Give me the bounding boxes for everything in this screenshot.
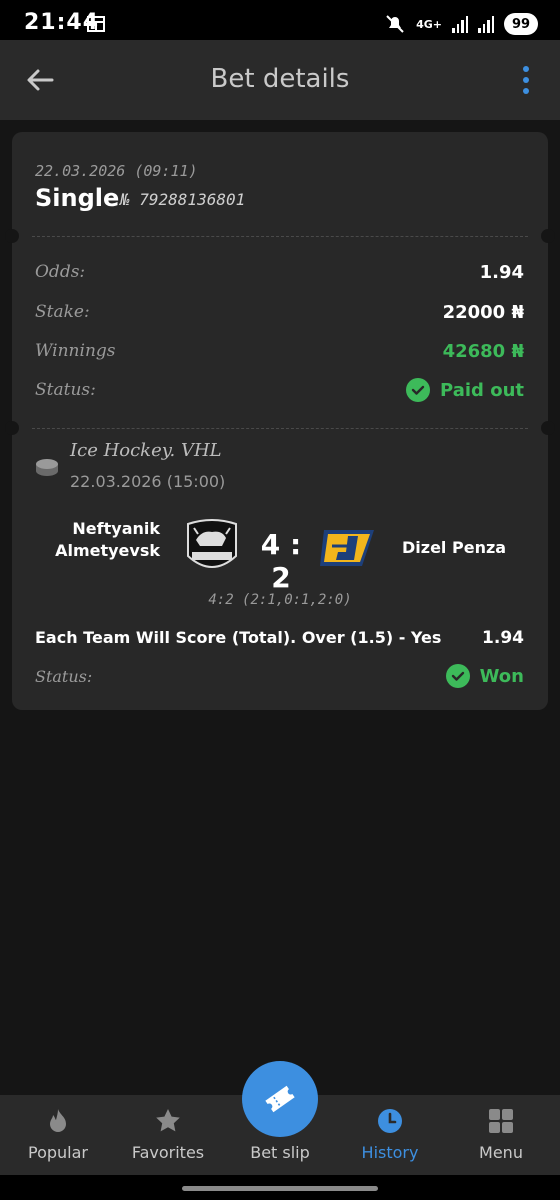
- check-icon: [406, 378, 431, 402]
- signal-icon: [452, 15, 468, 33]
- hockey-puck-icon: [36, 459, 58, 476]
- status-icons: 4G+ 99: [384, 12, 538, 36]
- divider: [32, 236, 528, 237]
- status-label: Status:: [35, 380, 96, 400]
- more-options-icon[interactable]: [522, 66, 530, 94]
- bet-date: 22.03.2026 (09:11): [35, 162, 198, 180]
- market-name: Each Team Will Score (Total). Over (1.5)…: [35, 628, 442, 647]
- nav-betslip-label: Bet slip: [250, 1143, 310, 1162]
- team-home-line1: Neftyanik: [72, 519, 160, 538]
- nav-favorites[interactable]: Favorites: [112, 1095, 224, 1175]
- star-icon: [156, 1109, 180, 1132]
- selection-status-text: Won: [479, 665, 524, 687]
- status-value: Paid out: [406, 378, 524, 402]
- winnings-label: Winnings: [35, 341, 116, 361]
- calendar-icon: [87, 16, 105, 32]
- bet-slip-button[interactable]: [242, 1061, 318, 1137]
- odds-row: Odds: 1.94: [35, 258, 524, 286]
- nav-history[interactable]: History: [334, 1095, 446, 1175]
- match-score: 4 : 2: [260, 528, 302, 594]
- flame-icon: [50, 1109, 66, 1132]
- card-notch-right-2: [541, 421, 555, 435]
- team-home-logo: [187, 519, 237, 568]
- page-title: Bet details: [210, 64, 350, 94]
- market-odds: 1.94: [482, 628, 524, 648]
- clock-icon: [378, 1109, 402, 1133]
- gesture-bar: [0, 1175, 560, 1200]
- nav-popular[interactable]: Popular: [2, 1095, 114, 1175]
- selection-status-value: Won: [445, 664, 524, 688]
- check-icon-2: [445, 664, 470, 688]
- app-bar: Bet details: [0, 40, 560, 120]
- team-home-name: Neftyanik Almetyevsk: [42, 518, 160, 562]
- event-date: 22.03.2026 (15:00): [70, 472, 226, 491]
- team-away-logo: [320, 530, 374, 566]
- mute-icon: [386, 15, 404, 33]
- selection-status-row: Status: Won: [35, 662, 524, 690]
- team-away-name: Dizel Penza: [402, 538, 507, 557]
- home-indicator[interactable]: [182, 1186, 378, 1191]
- bet-number: № 79288136801: [120, 190, 246, 209]
- nav-menu-label: Menu: [479, 1143, 523, 1162]
- battery-indicator: 99: [504, 13, 538, 35]
- bet-type: Single: [35, 184, 120, 212]
- stake-row: Stake: 22000 ₦: [35, 298, 524, 326]
- card-notch-left-2: [5, 421, 19, 435]
- period-scores: 4:2 (2:1,0:1,2:0): [208, 592, 352, 608]
- card-notch-left: [5, 229, 19, 243]
- ticket-icon: [265, 1085, 295, 1113]
- divider-2: [32, 428, 528, 429]
- team-home-line2: Almetyevsk: [55, 541, 160, 560]
- nav-menu[interactable]: Menu: [445, 1095, 557, 1175]
- nav-popular-label: Popular: [28, 1143, 88, 1162]
- status-text: Paid out: [440, 379, 524, 401]
- grid-icon: [489, 1109, 513, 1133]
- selection-status-label: Status:: [35, 666, 93, 686]
- event-league: Ice Hockey. VHL: [70, 440, 222, 461]
- nav-history-label: History: [361, 1143, 419, 1162]
- bet-card: 22.03.2026 (09:11) Single № 79288136801 …: [5, 132, 555, 710]
- winnings-value: 42680 ₦: [442, 340, 524, 362]
- stake-value: 22000 ₦: [442, 301, 524, 323]
- nav-favorites-label: Favorites: [131, 1143, 205, 1162]
- stake-label: Stake:: [35, 302, 90, 322]
- signal-icon-2: [478, 15, 494, 33]
- winnings-row: Winnings 42680 ₦: [35, 337, 524, 365]
- odds-label: Odds:: [35, 262, 86, 282]
- status-row: Status: Paid out: [35, 376, 524, 404]
- odds-value: 1.94: [479, 261, 524, 283]
- network-label: 4G+: [416, 17, 442, 31]
- card-notch-right: [541, 229, 555, 243]
